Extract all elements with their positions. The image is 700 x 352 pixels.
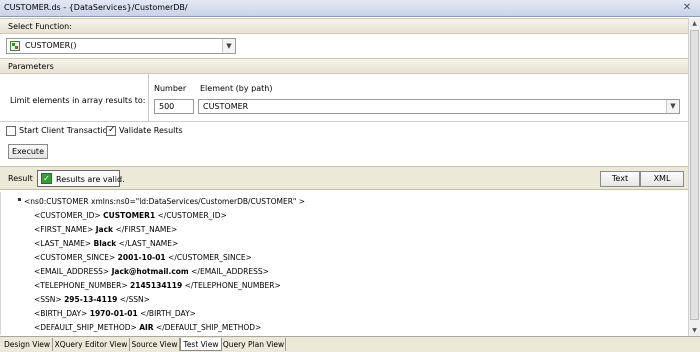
xml-close-tag: </TELEPHONE_NUMBER> <box>184 281 281 290</box>
checkbox-box[interactable] <box>6 126 16 136</box>
xml-value: CUSTOMER1 <box>103 211 156 220</box>
title-bar: CUSTOMER.ds - {DataServices}/CustomerDB/… <box>0 0 700 17</box>
element-path-label: Element (by path) <box>200 84 273 93</box>
xml-close-tag: </SSN> <box>119 295 150 304</box>
collapse-toggle-icon[interactable] <box>18 198 21 201</box>
execute-button[interactable]: Execute <box>8 144 48 159</box>
xml-root-line: <ns0:CUSTOMER xmlns:ns0="ld:DataServices… <box>24 197 305 206</box>
xml-open-tag: <TELEPHONE_NUMBER> <box>34 281 128 290</box>
function-icon <box>10 41 20 51</box>
scrollbar-thumb[interactable] <box>690 30 699 320</box>
xml-element-line: <LAST_NAME> Black </LAST_NAME> <box>34 239 178 248</box>
xml-value: Jack@hotmail.com <box>111 267 189 276</box>
start-client-transaction-label: Start Client Transaction <box>19 126 113 135</box>
xml-open-tag: <SSN> <box>34 295 62 304</box>
function-select[interactable]: CUSTOMER() ▼ <box>6 38 236 54</box>
chevron-down-icon[interactable]: ▼ <box>666 100 679 113</box>
tab-test-view[interactable]: Test View <box>180 338 222 351</box>
element-path-value: CUSTOMER <box>203 102 249 111</box>
text-view-button[interactable]: Text <box>600 171 640 187</box>
validate-results-label: Validate Results <box>119 126 183 135</box>
limit-elements-label: Limit elements in array results to: <box>10 96 146 105</box>
xml-element-line: <EMAIL_ADDRESS> Jack@hotmail.com </EMAIL… <box>34 267 269 276</box>
xml-open-tag: <LAST_NAME> <box>34 239 92 248</box>
xml-element-line: <TELEPHONE_NUMBER> 2145134119 </TELEPHON… <box>34 281 281 290</box>
xml-element-line: <BIRTH_DAY> 1970-01-01 </BIRTH_DAY> <box>34 309 196 318</box>
validate-results-checkbox[interactable]: Validate Results <box>106 125 186 137</box>
xml-close-tag: </FIRST_NAME> <box>115 225 178 234</box>
xml-value: Black <box>93 239 117 248</box>
parameters-header-label: Parameters <box>8 62 54 71</box>
checkmark-icon: ✓ <box>41 173 52 184</box>
number-input-value: 500 <box>159 102 175 111</box>
parameters-divider <box>148 74 149 122</box>
element-path-select[interactable]: CUSTOMER ▼ <box>198 99 680 114</box>
xml-open-tag: <ns0:CUSTOMER xmlns:ns0="ld:DataServices… <box>24 197 306 206</box>
xml-open-tag: <FIRST_NAME> <box>34 225 94 234</box>
xml-element-line: <CUSTOMER_SINCE> 2001-10-01 </CUSTOMER_S… <box>34 253 252 262</box>
function-select-value: CUSTOMER() <box>25 41 77 50</box>
xml-close-tag: </EMAIL_ADDRESS> <box>191 267 269 276</box>
xml-element-line: <FIRST_NAME> Jack </FIRST_NAME> <box>34 225 177 234</box>
xml-element-line: <CUSTOMER_ID> CUSTOMER1 </CUSTOMER_ID> <box>34 211 227 220</box>
xml-close-tag: </CUSTOMER_SINCE> <box>168 253 252 262</box>
view-tab-bar: Design View XQuery Editor View Source Vi… <box>0 336 700 352</box>
xml-value: 1970-01-01 <box>89 309 138 318</box>
checkbox-box[interactable] <box>106 125 116 136</box>
xml-close-tag: </CUSTOMER_ID> <box>157 211 227 220</box>
start-client-transaction-checkbox[interactable]: Start Client Transaction <box>6 126 113 137</box>
xml-open-tag: <CUSTOMER_ID> <box>34 211 101 220</box>
number-input[interactable]: 500 <box>154 99 194 114</box>
xml-close-tag: </DEFAULT_SHIP_METHOD> <box>155 323 262 332</box>
close-icon[interactable]: ✕ <box>681 2 693 14</box>
xml-close-tag: </LAST_NAME> <box>118 239 179 248</box>
xml-open-tag: <DEFAULT_SHIP_METHOD> <box>34 323 137 332</box>
tab-query-plan-view[interactable]: Query Plan View <box>222 338 286 351</box>
result-label: Result <box>8 174 33 183</box>
window-title: CUSTOMER.ds - {DataServices}/CustomerDB/ <box>4 3 188 12</box>
select-function-header: Select Function: <box>0 18 688 34</box>
chevron-down-icon[interactable]: ▼ <box>222 39 235 53</box>
xml-view-button[interactable]: XML <box>640 171 684 187</box>
xml-element-line: <SSN> 295-13-4119 </SSN> <box>34 295 150 304</box>
vertical-scrollbar[interactable]: ▲ ▼ <box>688 18 700 336</box>
parameters-header: Parameters <box>0 58 688 74</box>
scroll-up-icon[interactable]: ▲ <box>689 18 700 29</box>
result-bar: Result ✓ Results are valid. Text XML <box>0 166 688 190</box>
xml-value: AIR <box>139 323 154 332</box>
xml-element-line: <DEFAULT_SHIP_METHOD> AIR </DEFAULT_SHIP… <box>34 323 261 332</box>
select-function-header-label: Select Function: <box>8 22 72 31</box>
xml-value: 295-13-4119 <box>64 295 118 304</box>
tab-xquery-editor-view[interactable]: XQuery Editor View <box>53 338 130 351</box>
validation-status-badge: ✓ Results are valid. <box>37 170 125 187</box>
scroll-down-icon[interactable]: ▼ <box>689 325 700 336</box>
xml-value: 2001-10-01 <box>117 253 166 262</box>
validation-status-text: Results are valid. <box>56 175 125 184</box>
xml-open-tag: <EMAIL_ADDRESS> <box>34 267 110 276</box>
tab-design-view[interactable]: Design View <box>2 338 53 351</box>
xml-value: Jack <box>95 225 114 234</box>
tab-source-view[interactable]: Source View <box>130 338 180 351</box>
number-label: Number <box>154 84 187 93</box>
xml-open-tag: <BIRTH_DAY> <box>34 309 88 318</box>
xml-value: 2145134119 <box>130 281 183 290</box>
xml-close-tag: </BIRTH_DAY> <box>140 309 196 318</box>
xml-open-tag: <CUSTOMER_SINCE> <box>34 253 116 262</box>
